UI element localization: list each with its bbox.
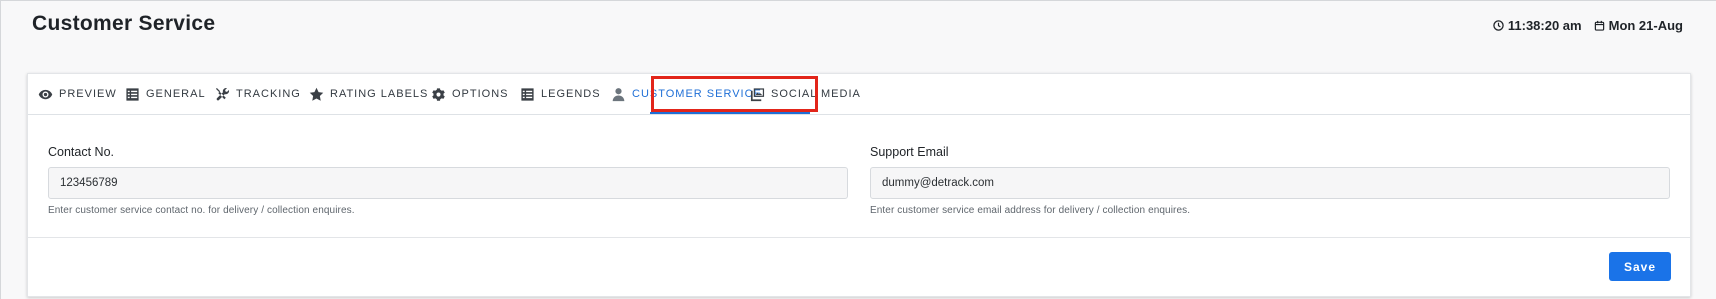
tab-label: SOCIAL MEDIA: [771, 88, 861, 100]
tab-label: TRACKING: [236, 88, 301, 100]
eye-icon: [38, 89, 53, 99]
tab-options[interactable]: OPTIONS: [431, 74, 509, 114]
images-icon: [750, 87, 765, 101]
tab-label: OPTIONS: [452, 88, 509, 100]
save-button[interactable]: Save: [1609, 252, 1671, 281]
clock-icon: [1493, 20, 1504, 31]
header-meta: 11:38:20 am Mon 21-Aug: [1493, 18, 1683, 33]
tab-preview[interactable]: PREVIEW: [38, 74, 117, 114]
star-icon: [309, 87, 324, 101]
tab-label: LEGENDS: [541, 88, 601, 100]
active-tab-indicator: [650, 112, 810, 114]
contact-label: Contact No.: [48, 145, 115, 159]
support-email-input[interactable]: [870, 167, 1670, 199]
tab-label: GENERAL: [146, 88, 206, 100]
email-field-group: Support Email Enter customer service ema…: [870, 145, 1670, 216]
tab-social-media[interactable]: SOCIAL MEDIA: [750, 74, 861, 114]
tab-tracking[interactable]: TRACKING: [215, 74, 301, 114]
contact-no-input[interactable]: [48, 167, 848, 199]
tab-general[interactable]: GENERAL: [125, 74, 206, 114]
current-time: 11:38:20 am: [1493, 18, 1582, 33]
tab-rating-labels[interactable]: RATING LABELS: [309, 74, 428, 114]
contact-field-group: Contact No. Enter customer service conta…: [48, 145, 848, 216]
tab-legends[interactable]: LEGENDS: [520, 74, 601, 114]
support-email-label: Support Email: [870, 145, 949, 159]
date-text: Mon 21-Aug: [1608, 18, 1683, 33]
contact-help-text: Enter customer service contact no. for d…: [48, 205, 355, 216]
list-icon: [521, 87, 534, 101]
tab-customer-service[interactable]: CUSTOMER SERVICE: [611, 74, 762, 114]
list-icon: [126, 87, 139, 101]
settings-card: PREVIEW GENERAL TRACKING RATING LABELS O: [27, 73, 1691, 297]
tab-label: CUSTOMER SERVICE: [632, 88, 762, 100]
gear-icon: [432, 87, 445, 101]
user-icon: [612, 87, 625, 101]
page-title: Customer Service: [32, 12, 216, 35]
tab-label: PREVIEW: [59, 88, 117, 100]
calendar-icon: [1594, 20, 1604, 31]
email-help-text: Enter customer service email address for…: [870, 205, 1191, 216]
customer-service-form: Contact No. Enter customer service conta…: [28, 115, 1690, 237]
time-text: 11:38:20 am: [1507, 18, 1582, 33]
tab-bar: PREVIEW GENERAL TRACKING RATING LABELS O: [28, 74, 1690, 115]
current-date: Mon 21-Aug: [1594, 18, 1683, 33]
card-footer: Save: [28, 237, 1690, 298]
tab-label: RATING LABELS: [330, 88, 429, 100]
tools-icon: [215, 87, 230, 100]
